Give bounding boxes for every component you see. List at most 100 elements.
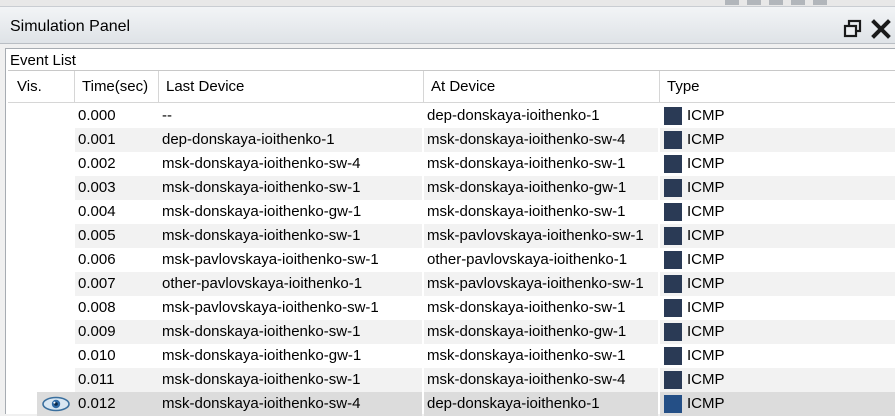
pdu-color-swatch[interactable] xyxy=(664,323,682,341)
type-label: ICMP xyxy=(687,155,725,172)
column-header-at-device[interactable]: At Device xyxy=(424,71,660,102)
toolbar-edge xyxy=(725,0,835,5)
table-row[interactable]: 0.002 msk-donskaya-ioithenko-sw-4 msk-dons… xyxy=(8,152,895,176)
pdu-color-swatch[interactable] xyxy=(664,371,682,389)
time-cell: 0.006 xyxy=(78,251,116,268)
table-row[interactable]: 0.007 other-pavlovskaya-ioithenko-1 msk-pa… xyxy=(8,272,895,296)
column-header-last-device[interactable]: Last Device xyxy=(159,71,424,102)
restore-icon[interactable] xyxy=(843,19,863,39)
table-row[interactable]: 0.000 -- dep-donskaya-ioithenko-1 ICMP xyxy=(8,104,895,128)
pdu-color-swatch[interactable] xyxy=(664,251,682,269)
last-device-cell: msk-donskaya-ioithenko-sw-1 xyxy=(159,224,422,248)
type-cell: ICMP xyxy=(660,296,895,320)
table-row[interactable]: 0.003 msk-donskaya-ioithenko-sw-1 msk-dons… xyxy=(8,176,895,200)
panel-titlebar: Simulation Panel xyxy=(0,6,895,44)
table-row[interactable]: 0.010 msk-donskaya-ioithenko-gw-1 msk-dons… xyxy=(8,344,895,368)
visibility-cell[interactable] xyxy=(37,200,75,224)
at-device-cell: other-pavlovskaya-ioithenko-1 xyxy=(427,251,628,268)
visibility-cell[interactable] xyxy=(37,152,75,176)
visibility-cell[interactable] xyxy=(37,224,75,248)
type-label: ICMP xyxy=(687,107,725,124)
visibility-cell[interactable] xyxy=(37,272,75,296)
type-label: ICMP xyxy=(687,179,725,196)
time-cell: 0.005 xyxy=(75,224,159,248)
panel-title: Simulation Panel xyxy=(10,18,131,35)
pdu-color-swatch[interactable] xyxy=(664,395,682,413)
visibility-cell[interactable] xyxy=(37,248,75,272)
pdu-color-swatch[interactable] xyxy=(664,155,682,173)
visibility-cell[interactable] xyxy=(37,392,75,416)
table-row[interactable]: 0.004 msk-donskaya-ioithenko-gw-1 msk-dons… xyxy=(8,200,895,224)
at-device-cell: msk-donskaya-ioithenko-gw-1 xyxy=(424,320,658,344)
last-device-cell: other-pavlovskaya-ioithenko-1 xyxy=(159,272,422,296)
pdu-color-swatch[interactable] xyxy=(664,203,682,221)
table-row[interactable]: 0.009 msk-donskaya-ioithenko-sw-1 msk-dons… xyxy=(8,320,895,344)
last-device-cell: msk-donskaya-ioithenko-sw-1 xyxy=(159,176,422,200)
last-device-cell: dep-donskaya-ioithenko-1 xyxy=(159,128,422,152)
pdu-color-swatch[interactable] xyxy=(664,275,682,293)
close-icon[interactable] xyxy=(870,18,892,40)
event-rows: 0.000 -- dep-donskaya-ioithenko-1 ICMP 0.001… xyxy=(8,104,895,416)
pdu-color-swatch[interactable] xyxy=(664,347,682,365)
type-label: ICMP xyxy=(687,131,725,148)
event-list-panel: Event List Vis. Time(sec) Last Device At… xyxy=(5,48,895,416)
type-cell: ICMP xyxy=(660,320,895,344)
table-row[interactable]: 0.011 msk-donskaya-ioithenko-sw-1 msk-dons… xyxy=(8,368,895,392)
type-cell: ICMP xyxy=(660,368,895,392)
at-device-cell: msk-donskaya-ioithenko-sw-4 xyxy=(424,368,658,392)
type-cell: ICMP xyxy=(660,224,895,248)
table-row[interactable]: 0.001 dep-donskaya-ioithenko-1 msk-donskay… xyxy=(8,128,895,152)
eye-icon xyxy=(42,396,70,412)
time-cell: 0.012 xyxy=(75,392,159,416)
column-header-type[interactable]: Type xyxy=(660,71,895,102)
at-device-cell: dep-donskaya-ioithenko-1 xyxy=(424,392,658,416)
visibility-cell[interactable] xyxy=(37,368,75,392)
pdu-color-swatch[interactable] xyxy=(664,227,682,245)
at-device-cell: msk-donskaya-ioithenko-sw-1 xyxy=(427,347,626,364)
table-row[interactable]: 0.008 msk-pavlovskaya-ioithenko-sw-1 msk-d… xyxy=(8,296,895,320)
time-cell: 0.002 xyxy=(78,155,116,172)
last-device-cell: msk-donskaya-ioithenko-sw-1 xyxy=(159,320,422,344)
type-label: ICMP xyxy=(687,395,725,412)
event-list-title: Event List xyxy=(10,52,76,69)
type-label: ICMP xyxy=(687,227,725,244)
type-cell: ICMP xyxy=(660,248,895,272)
last-device-cell: msk-donskaya-ioithenko-gw-1 xyxy=(162,203,362,220)
type-cell: ICMP xyxy=(660,272,895,296)
visibility-cell[interactable] xyxy=(37,296,75,320)
visibility-cell[interactable] xyxy=(37,104,75,128)
type-label: ICMP xyxy=(687,347,725,364)
last-device-cell: msk-donskaya-ioithenko-sw-4 xyxy=(162,155,361,172)
visibility-cell[interactable] xyxy=(37,344,75,368)
table-row[interactable]: 0.012 msk-donskaya-ioithenko-sw-4 dep-dons… xyxy=(8,392,895,416)
type-cell: ICMP xyxy=(660,152,895,176)
time-cell: 0.010 xyxy=(78,347,116,364)
column-header-time[interactable]: Time(sec) xyxy=(75,71,159,102)
type-label: ICMP xyxy=(687,371,725,388)
column-header-vis[interactable]: Vis. xyxy=(8,71,75,102)
visibility-cell[interactable] xyxy=(37,176,75,200)
pdu-color-swatch[interactable] xyxy=(664,179,682,197)
pdu-color-swatch[interactable] xyxy=(664,107,682,125)
type-label: ICMP xyxy=(687,251,725,268)
visibility-cell[interactable] xyxy=(37,320,75,344)
time-cell: 0.007 xyxy=(75,272,159,296)
last-device-cell: msk-pavlovskaya-ioithenko-sw-1 xyxy=(162,299,379,316)
time-cell: 0.001 xyxy=(75,128,159,152)
table-row[interactable]: 0.006 msk-pavlovskaya-ioithenko-sw-1 other… xyxy=(8,248,895,272)
type-cell: ICMP xyxy=(660,104,895,128)
at-device-cell: msk-donskaya-ioithenko-sw-1 xyxy=(427,299,626,316)
type-label: ICMP xyxy=(687,323,725,340)
type-label: ICMP xyxy=(687,203,725,220)
at-device-cell: msk-donskaya-ioithenko-sw-1 xyxy=(427,155,626,172)
pdu-color-swatch[interactable] xyxy=(664,299,682,317)
time-cell: 0.003 xyxy=(75,176,159,200)
type-cell: ICMP xyxy=(660,344,895,368)
visibility-cell[interactable] xyxy=(37,128,75,152)
type-cell: ICMP xyxy=(660,392,895,416)
time-cell: 0.004 xyxy=(78,203,116,220)
pdu-color-swatch[interactable] xyxy=(664,131,682,149)
at-device-cell: dep-donskaya-ioithenko-1 xyxy=(427,107,600,124)
last-device-cell: msk-donskaya-ioithenko-sw-1 xyxy=(159,368,422,392)
table-row[interactable]: 0.005 msk-donskaya-ioithenko-sw-1 msk-pavl… xyxy=(8,224,895,248)
